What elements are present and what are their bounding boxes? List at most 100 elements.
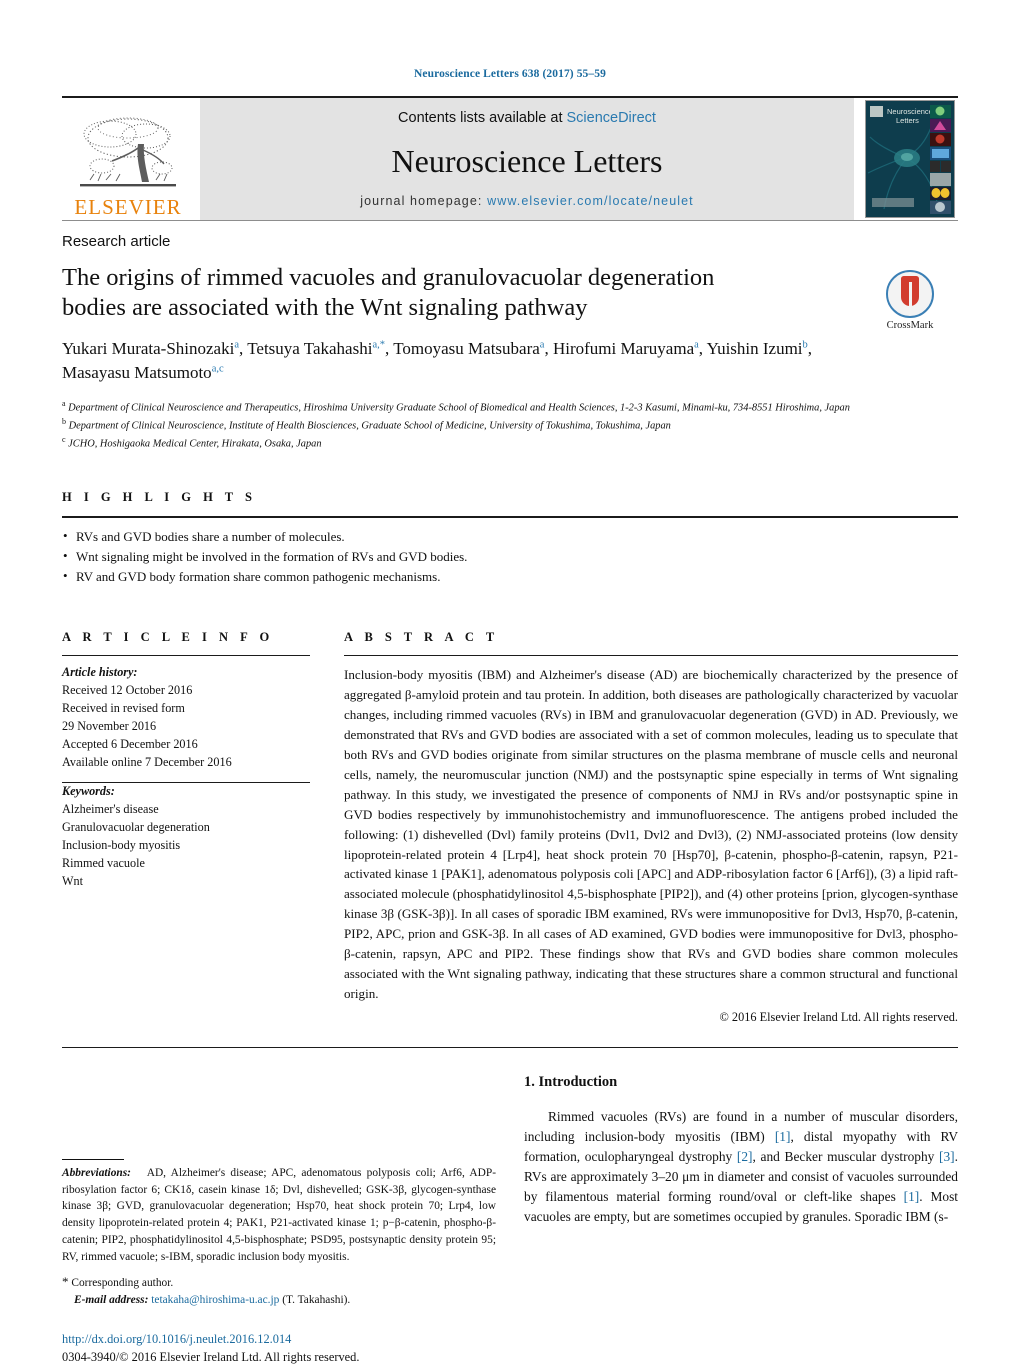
article-history-lines: Received 12 October 2016 Received in revi… (62, 682, 310, 772)
affiliation-list: a Department of Clinical Neuroscience an… (62, 398, 958, 452)
journal-homepage-line: journal homepage: www.elsevier.com/locat… (360, 194, 694, 208)
title-block: The origins of rimmed vacuoles and granu… (62, 250, 862, 385)
elsevier-tree-icon (76, 114, 180, 196)
abstract-heading: A B S T R A C T (344, 630, 499, 645)
keyword-item: Alzheimer's disease (62, 802, 159, 817)
info-abstract-row: A R T I C L E I N F O Article history: R… (62, 630, 958, 1024)
svg-text:Letters: Letters (896, 116, 919, 125)
contents-available-line: Contents lists available at ScienceDirec… (398, 110, 656, 126)
elsevier-logo: ELSEVIER (62, 98, 194, 220)
keyword-item: Rimmed vacuole (62, 855, 145, 870)
homepage-prefix: journal homepage: (360, 194, 488, 208)
article-history-label: Article history: (62, 665, 138, 680)
article-history-line: Received 12 October 2016 (62, 683, 193, 698)
corresponding-author-note: * Corresponding author. E-mail address: … (62, 1272, 496, 1309)
author-affiliation-marker: a,* (372, 339, 385, 351)
footnote-column: Abbreviations: AD, Alzheimer's disease; … (62, 1074, 524, 1366)
keywords-label: Keywords: (62, 784, 115, 799)
highlight-item: Wnt signaling might be involved in the f… (62, 546, 958, 567)
highlights-list: RVs and GVD bodies share a number of mol… (62, 526, 958, 587)
article-type-label: Research article (62, 233, 171, 250)
footnote-spacer (62, 1074, 496, 1159)
asterisk-icon: * (62, 1273, 69, 1289)
email-line: E-mail address: tetakaha@hiroshima-u.ac.… (62, 1292, 496, 1309)
journal-title: Neuroscience Letters (391, 143, 663, 179)
affiliation-marker: b (62, 417, 66, 427)
author-affiliation-marker: a (694, 339, 699, 351)
author-list: Yukari Murata-Shinozakia, Tetsuya Takaha… (62, 338, 813, 382)
journal-masthead: ELSEVIER Contents lists available at Sci… (62, 96, 958, 220)
journal-article-page: Neuroscience Letters 638 (2017) 55–59 EL… (0, 0, 1020, 1364)
citation-link[interactable]: [1] (904, 1189, 920, 1204)
introduction-column: 1. Introduction Rimmed vacuoles (RVs) ar… (524, 1074, 958, 1241)
author-affiliation-marker: b (802, 339, 808, 351)
highlights-rule (62, 516, 958, 519)
masthead-center: Contents lists available at ScienceDirec… (200, 98, 854, 220)
highlight-item: RVs and GVD bodies share a number of mol… (62, 526, 958, 547)
keyword-lines: Alzheimer's disease Granulovacuolar degen… (62, 801, 310, 891)
abbreviations-note: Abbreviations: AD, Alzheimer's disease; … (62, 1165, 496, 1266)
author-affiliation-marker: a (539, 339, 545, 351)
footnote-rule (62, 1158, 124, 1160)
highlight-item: RV and GVD body formation share common p… (62, 566, 958, 587)
citation-link[interactable]: [1] (775, 1129, 791, 1144)
article-history-line: Received in revised form (62, 701, 185, 716)
author-name[interactable]: Yukari Murata-Shinozaki (62, 339, 234, 358)
author-name[interactable]: Yuishin Izumi (707, 339, 803, 358)
affiliation-item: c JCHO, Hoshigaoka Medical Center, Hirak… (62, 435, 322, 450)
affiliation-item: a Department of Clinical Neuroscience an… (62, 399, 850, 414)
highlights-heading: H I G H L I G H T S (62, 490, 257, 505)
elsevier-wordmark: ELSEVIER (74, 195, 182, 219)
abstract-text: Inclusion-body myositis (IBM) and Alzhei… (344, 667, 958, 1001)
email-label: E-mail address: (74, 1293, 149, 1306)
affiliation-item: b Department of Clinical Neuroscience, I… (62, 417, 671, 432)
abbreviations-label: Abbreviations: (62, 1166, 131, 1179)
introduction-heading: 1. Introduction (524, 1073, 618, 1090)
article-info-rule (62, 655, 310, 657)
author-affiliation-marker: a,c (211, 363, 224, 375)
article-history-line: Available online 7 December 2016 (62, 755, 232, 770)
keywords-block: Keywords: Alzheimer's disease Granulovacu… (62, 783, 310, 891)
abstract-bottom-rule (62, 1046, 958, 1048)
affiliation-marker: a (62, 399, 66, 408)
keyword-item: Wnt (62, 873, 83, 888)
abbreviations-text: AD, Alzheimer's disease; APC, adenomatou… (62, 1166, 497, 1263)
keyword-item: Inclusion-body myositis (62, 837, 181, 852)
citation-link[interactable]: [3] (939, 1149, 955, 1164)
abstract-rule (344, 655, 958, 657)
highlights-section: H I G H L I G H T S RVs and GVD bodies s… (62, 490, 958, 586)
issn-copyright-line: 0304-3940/© 2016 Elsevier Ireland Ltd. A… (62, 1349, 360, 1364)
crossmark-badge[interactable]: CrossMark (862, 250, 958, 331)
abstract-section: A B S T R A C T Inclusion-body myositis … (344, 630, 958, 1024)
doi-link[interactable]: http://dx.doi.org/10.1016/j.neulet.2016.… (62, 1331, 496, 1349)
abstract-copyright: © 2016 Elsevier Ireland Ltd. All rights … (719, 1009, 958, 1024)
article-history-line: Accepted 6 December 2016 (62, 737, 198, 752)
author-name[interactable]: Hirofumi Maruyama (553, 339, 694, 358)
author-name[interactable]: Tomoyasu Matsubara (393, 339, 540, 358)
body-columns: Abbreviations: AD, Alzheimer's disease; … (62, 1074, 958, 1366)
introduction-paragraph: Rimmed vacuoles (RVs) are found in a num… (524, 1108, 959, 1225)
author-name[interactable]: Masayasu Matsumoto (62, 363, 212, 382)
keyword-item: Granulovacuolar degeneration (62, 819, 210, 834)
corresponding-author-line: * Corresponding author. (62, 1272, 496, 1292)
sciencedirect-link[interactable]: ScienceDirect (567, 110, 656, 126)
article-info-heading: A R T I C L E I N F O (62, 630, 274, 645)
page-title: The origins of rimmed vacuoles and granu… (62, 264, 715, 321)
author-name[interactable]: Tetsuya Takahashi (247, 339, 372, 358)
article-history-block: Article history: Received 12 October 201… (62, 664, 310, 772)
doi-block: http://dx.doi.org/10.1016/j.neulet.2016.… (62, 1331, 496, 1366)
article-history-line: 29 November 2016 (62, 719, 157, 734)
author-affiliation-marker: a (234, 339, 239, 351)
crossmark-icon (886, 270, 934, 318)
crossmark-label: CrossMark (886, 320, 934, 331)
journal-homepage-link[interactable]: www.elsevier.com/locate/neulet (487, 194, 694, 208)
email-link[interactable]: tetakaha@hiroshima-u.ac.jp (151, 1294, 279, 1306)
journal-cover-cell: Neuroscience Letters (862, 98, 958, 220)
contents-prefix: Contents lists available at (398, 110, 567, 126)
affiliation-marker: c (62, 435, 66, 445)
article-info-section: A R T I C L E I N F O Article history: R… (62, 630, 344, 890)
citation-link[interactable]: [2] (737, 1149, 753, 1164)
title-row: The origins of rimmed vacuoles and granu… (62, 250, 958, 385)
journal-cover-thumbnail: Neuroscience Letters (865, 100, 955, 218)
svg-text:Neuroscience: Neuroscience (887, 107, 933, 116)
